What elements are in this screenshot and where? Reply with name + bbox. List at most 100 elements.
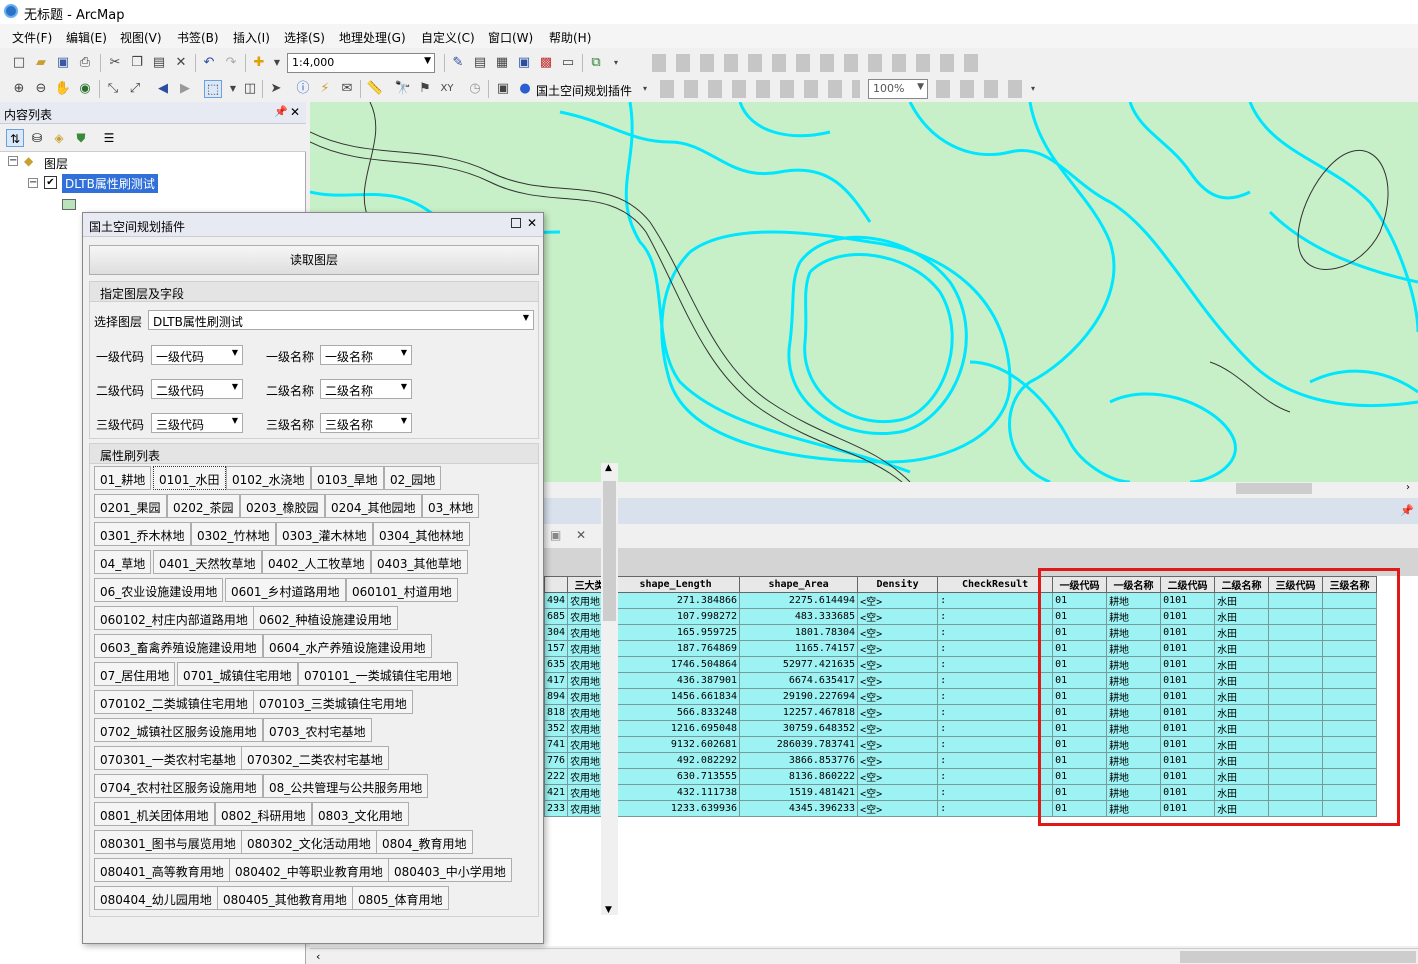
add-data-icon[interactable]: ✚	[250, 54, 268, 72]
catalog-icon[interactable]: ▦	[493, 54, 511, 72]
table-cell[interactable]: :	[937, 640, 1054, 657]
layer-select[interactable]: DLTB属性刷测试 ▼	[148, 310, 534, 330]
table-cell[interactable]: 271.384866	[611, 592, 741, 609]
table-cell[interactable]: 421	[543, 784, 569, 801]
list-by-source-icon[interactable]: ⛁	[28, 129, 46, 147]
brush-tag-button[interactable]: 0701_城镇住宅用地	[177, 662, 298, 686]
brush-tag-button[interactable]: 070103_三类城镇住宅用地	[253, 690, 413, 714]
plugin-icon[interactable]: ●	[516, 80, 534, 98]
table-cell[interactable]: 436.387901	[611, 672, 741, 689]
table-cell[interactable]: <空>	[857, 784, 939, 801]
maximize-icon[interactable]	[511, 218, 521, 228]
clear-selection-icon[interactable]: ◫	[241, 80, 259, 98]
brush-tag-button[interactable]: 070101_一类城镇住宅用地	[298, 662, 458, 686]
brush-tag-button[interactable]: 01_耕地	[94, 466, 152, 490]
table-cell[interactable]: <空>	[857, 720, 939, 737]
brush-tag-button[interactable]: 0301_乔木林地	[94, 522, 191, 546]
table-cell[interactable]: 29190.227694	[739, 688, 859, 705]
table-cell[interactable]: <空>	[857, 624, 939, 641]
table-cell[interactable]: 776	[543, 752, 569, 769]
brush-tag-button[interactable]: 080301_图书与展览用地	[94, 830, 242, 854]
col-objectid-tail[interactable]	[543, 576, 569, 593]
scroll-left-icon[interactable]: ‹	[316, 950, 320, 963]
table-cell[interactable]: 483.333685	[739, 608, 859, 625]
menu-help[interactable]: 帮助(H)	[549, 29, 591, 46]
cut-icon[interactable]: ✂	[106, 54, 124, 72]
table-cell[interactable]: 1456.661834	[611, 688, 741, 705]
read-layer-button[interactable]: 读取图层	[89, 245, 539, 275]
fixed-zoom-in-icon[interactable]: ⤡	[104, 80, 122, 98]
pin-icon[interactable]: 📌	[274, 105, 288, 118]
table-cell[interactable]: 492.082292	[611, 752, 741, 769]
select-elements-icon[interactable]: ➤	[267, 80, 285, 98]
table-cell[interactable]: 630.713555	[611, 768, 741, 785]
brush-tag-button[interactable]: 0802_科研用地	[215, 802, 312, 826]
editor-toolbar-icon[interactable]: ✎	[449, 54, 467, 72]
measure-icon[interactable]: 📏	[366, 80, 384, 98]
brush-tag-button[interactable]: 0403_其他草地	[371, 550, 468, 574]
brush-tag-button[interactable]: 0203_橡胶园	[240, 494, 325, 518]
table-cell[interactable]: 417	[543, 672, 569, 689]
brush-tag-button[interactable]: 0703_农村宅基地	[263, 718, 372, 742]
table-cell[interactable]: :	[937, 784, 1054, 801]
table-cell[interactable]: 286039.783741	[739, 736, 859, 753]
menu-file[interactable]: 文件(F)	[12, 29, 52, 46]
full-extent-icon[interactable]: ◉	[76, 80, 94, 98]
erji-mingcheng-select[interactable]: 二级名称 ▼	[320, 379, 412, 399]
identify-icon[interactable]: ⓘ	[294, 80, 312, 98]
table-cell[interactable]: 1165.74157	[739, 640, 859, 657]
layer-name[interactable]: DLTB属性刷测试	[62, 174, 158, 193]
table-cell[interactable]: <空>	[857, 656, 939, 673]
table-cell[interactable]: :	[937, 800, 1054, 817]
open-icon[interactable]: ▰	[32, 54, 50, 72]
close-icon[interactable]: ✕	[290, 105, 300, 119]
table-cell[interactable]: 304	[543, 624, 569, 641]
brush-tag-button[interactable]: 080402_中等职业教育用地	[229, 858, 389, 882]
scroll-right-icon[interactable]: ›	[1406, 482, 1410, 493]
table-cell[interactable]: :	[937, 608, 1054, 625]
toc-options-icon[interactable]: ☰	[100, 129, 118, 147]
table-cell[interactable]: <空>	[857, 800, 939, 817]
table-cell[interactable]: 52977.421635	[739, 656, 859, 673]
menu-bookmarks[interactable]: 书签(B)	[177, 29, 219, 46]
time-slider-icon[interactable]: ◷	[466, 80, 484, 98]
table-cell[interactable]: 3866.853776	[739, 752, 859, 769]
table-cell[interactable]: 818	[543, 704, 569, 721]
toc-root-label[interactable]: 图层	[44, 155, 68, 172]
col-checkresult[interactable]: CheckResult	[937, 576, 1054, 593]
brush-tag-button[interactable]: 0304_其他林地	[373, 522, 470, 546]
table-cell[interactable]: 12257.467818	[739, 704, 859, 721]
table-cell[interactable]: 352	[543, 720, 569, 737]
brush-tag-button[interactable]: 04_草地	[94, 550, 152, 574]
zoom-out-icon[interactable]: ⊖	[32, 80, 50, 98]
table-cell[interactable]: 4345.396233	[739, 800, 859, 817]
brush-tag-button[interactable]: 07_居住用地	[94, 662, 176, 686]
table-cell[interactable]: 566.833248	[611, 704, 741, 721]
menu-customize[interactable]: 自定义(C)	[421, 29, 475, 46]
back-extent-icon[interactable]: ◀	[154, 80, 172, 98]
list-by-drawing-order-icon[interactable]: ⇅	[6, 129, 24, 147]
table-cell[interactable]: 8136.860222	[739, 768, 859, 785]
brush-tag-button[interactable]: 0804_教育用地	[376, 830, 473, 854]
menu-windows[interactable]: 窗口(W)	[488, 29, 533, 46]
brush-tag-button[interactable]: 0101_水田	[153, 466, 226, 490]
table-cell[interactable]: 741	[543, 736, 569, 753]
table-cell[interactable]: 1216.695048	[611, 720, 741, 737]
brush-tag-button[interactable]: 0702_城镇社区服务设施用地	[94, 718, 263, 742]
table-cell[interactable]: :	[937, 688, 1054, 705]
brush-tag-button[interactable]: 060101_村道用地	[346, 578, 458, 602]
toolbar-options-icon[interactable]: ▾	[1024, 80, 1042, 98]
table-cell[interactable]: <空>	[857, 688, 939, 705]
layer-visibility-checkbox[interactable]: ✔	[44, 176, 57, 189]
brush-tag-button[interactable]: 0803_文化用地	[312, 802, 409, 826]
scroll-up-icon[interactable]: ▲	[605, 463, 612, 473]
arctoolbox-icon[interactable]: ▩	[537, 54, 555, 72]
yiji-mingcheng-select[interactable]: 一级名称 ▼	[320, 345, 412, 365]
brush-list-scrollbar[interactable]: ▲ ▼	[601, 463, 618, 915]
python-window-icon[interactable]: ▭	[559, 54, 577, 72]
new-document-icon[interactable]: □	[10, 54, 28, 72]
brush-tag-button[interactable]: 080404_幼儿园用地	[94, 886, 218, 910]
table-cell[interactable]: :	[937, 672, 1054, 689]
brush-tag-button[interactable]: 0402_人工牧草地	[262, 550, 371, 574]
undo-icon[interactable]: ↶	[200, 54, 218, 72]
